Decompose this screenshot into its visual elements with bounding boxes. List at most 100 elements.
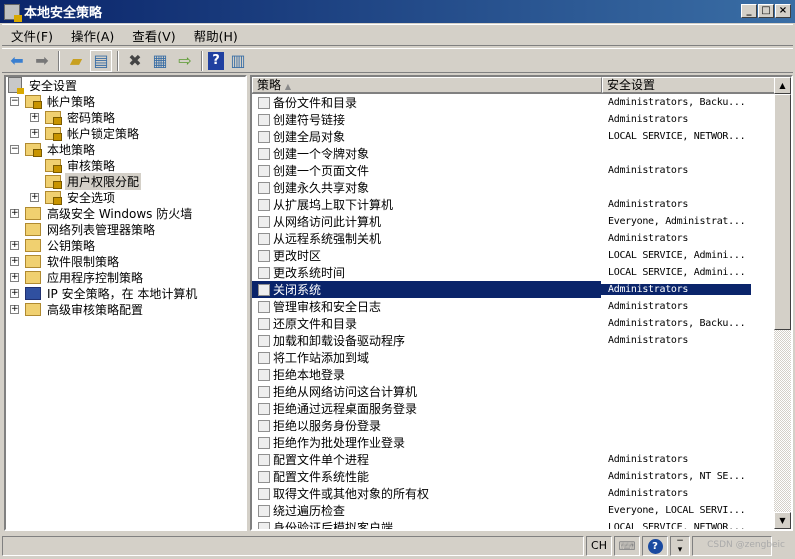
table-row[interactable]: 从网络访问此计算机 Everyone, Administrat... [252, 213, 791, 230]
table-row[interactable]: 取得文件或其他对象的所有权 Administrators [252, 485, 791, 502]
table-row[interactable]: 从扩展坞上取下计算机 Administrators [252, 196, 791, 213]
policy-name: 还原文件和目录 [273, 317, 358, 331]
show-hide-tree-icon[interactable]: ▤ [90, 49, 112, 72]
forward-icon[interactable]: ➡ [31, 50, 53, 72]
menu-bar: 文件(F) 操作(A) 查看(V) 帮助(H) [2, 24, 793, 46]
table-row[interactable]: 关闭系统 Administrators [252, 281, 751, 298]
tree-item[interactable]: − 帐户策略 [6, 93, 245, 109]
table-row[interactable]: 加载和卸载设备驱动程序 Administrators [252, 332, 791, 349]
up-folder-icon[interactable]: ▰ [65, 50, 87, 72]
policy-icon [258, 249, 270, 262]
policy-icon [258, 334, 270, 347]
tree-item[interactable]: + 应用程序控制策略 [6, 269, 245, 285]
expand-icon[interactable]: + [10, 288, 19, 298]
expand-icon[interactable]: + [30, 128, 39, 138]
delete-icon[interactable]: ✖ [124, 50, 146, 72]
table-row[interactable]: 更改系统时间 LOCAL SERVICE, Admini... [252, 264, 791, 281]
policy-name: 创建全局对象 [273, 130, 346, 144]
vertical-scrollbar[interactable]: ▲ ▼ [774, 77, 791, 529]
scroll-up-button[interactable]: ▲ [774, 77, 791, 94]
table-row[interactable]: 拒绝从网络访问这台计算机 [252, 383, 791, 400]
maximize-button[interactable]: □ [758, 4, 774, 18]
security-setting: Administrators, Backu... [608, 97, 746, 108]
show-action-pane-icon[interactable]: ▥ [227, 50, 249, 72]
tree-item[interactable]: 审核策略 [6, 157, 245, 173]
policy-name: 加载和卸载设备驱动程序 [273, 334, 406, 348]
table-row[interactable]: 绕过遍历检查 Everyone, LOCAL SERVI... [252, 502, 791, 519]
tree-item[interactable]: 用户权限分配 [6, 172, 245, 190]
policy-icon [258, 317, 270, 330]
table-row[interactable]: 从远程系统强制关机 Administrators [252, 230, 791, 247]
tree-item[interactable]: 安全设置 [6, 77, 245, 94]
policy-name: 拒绝作为批处理作业登录 [273, 436, 406, 450]
table-row[interactable]: 创建一个页面文件 Administrators [252, 162, 791, 179]
table-row[interactable]: 创建一个令牌对象 [252, 145, 791, 162]
security-setting: Administrators [608, 301, 689, 312]
table-row[interactable]: 拒绝通过远程桌面服务登录 [252, 400, 791, 417]
expand-icon[interactable]: + [10, 272, 19, 282]
minimize-button[interactable]: _ [741, 4, 757, 18]
back-icon[interactable]: ⬅ [6, 50, 28, 72]
table-row[interactable]: 更改时区 LOCAL SERVICE, Admini... [252, 247, 791, 264]
tree-item[interactable]: + 高级安全 Windows 防火墙 [6, 205, 245, 221]
tree-item-label: 帐户策略 [47, 94, 96, 109]
help-icon[interactable]: ? [208, 51, 224, 70]
scroll-down-button[interactable]: ▼ [774, 512, 791, 529]
tree-item-label: 用户权限分配 [65, 172, 142, 190]
table-row[interactable]: 拒绝本地登录 [252, 366, 791, 383]
tree-item-label: IP 安全策略，在 本地计算机 [47, 286, 198, 301]
tree-item[interactable]: + 密码策略 [6, 109, 245, 125]
options-icon[interactable]: − ▾ [670, 536, 690, 556]
table-row[interactable]: 将工作站添加到域 [252, 349, 791, 366]
collapse-icon[interactable]: − [10, 96, 19, 106]
expand-icon[interactable]: + [30, 112, 39, 122]
tree-item[interactable]: − 本地策略 [6, 141, 245, 157]
policy-icon [258, 96, 270, 109]
tree-item[interactable]: + 软件限制策略 [6, 253, 245, 269]
table-row[interactable]: 创建全局对象 LOCAL SERVICE, NETWOR... [252, 128, 791, 145]
menu-view[interactable]: 查看(V) [123, 26, 184, 45]
tree-item-label: 公钥策略 [47, 238, 96, 253]
properties-icon[interactable]: ▦ [149, 50, 171, 72]
watermark: CSDN @zengbeic [707, 540, 785, 550]
menu-file[interactable]: 文件(F) [2, 26, 62, 45]
tree-item[interactable]: + 安全选项 [6, 189, 245, 205]
tree-item[interactable]: + 高级审核策略配置 [6, 301, 245, 317]
keyboard-icon[interactable]: ⌨ [614, 536, 640, 556]
security-setting: LOCAL SERVICE, Admini... [608, 267, 746, 278]
export-list-icon[interactable]: ⇨ [174, 50, 196, 72]
language-indicator[interactable]: CH [586, 536, 612, 556]
menu-action[interactable]: 操作(A) [62, 26, 123, 45]
expand-icon[interactable]: + [10, 240, 19, 250]
table-row[interactable]: 配置文件单个进程 Administrators [252, 451, 791, 468]
table-row[interactable]: 创建永久共享对象 [252, 179, 791, 196]
expand-icon[interactable]: + [30, 192, 39, 202]
tree-item[interactable]: + 公钥策略 [6, 237, 245, 253]
column-header-policy[interactable]: 策略 ▲ [252, 77, 602, 93]
policy-icon [258, 470, 270, 483]
table-row[interactable]: 备份文件和目录 Administrators, Backu... [252, 94, 791, 111]
expand-icon[interactable]: + [10, 256, 19, 266]
expand-icon[interactable]: + [10, 304, 19, 314]
help-icon[interactable]: ? [642, 536, 668, 556]
table-row[interactable]: 管理审核和安全日志 Administrators [252, 298, 791, 315]
table-row[interactable]: 创建符号链接 Administrators [252, 111, 791, 128]
column-header-setting[interactable]: 安全设置 [602, 77, 776, 93]
policy-icon [258, 521, 270, 529]
tree-item[interactable]: + IP 安全策略，在 本地计算机 [6, 285, 245, 301]
table-row[interactable]: 身份验证后模拟客户端 LOCAL SERVICE, NETWOR... [252, 519, 791, 529]
collapse-icon[interactable]: − [10, 144, 19, 154]
policy-icon [258, 368, 270, 381]
tree-item-label: 网络列表管理器策略 [47, 222, 156, 237]
table-row[interactable]: 拒绝作为批处理作业登录 [252, 434, 791, 451]
tree-item[interactable]: + 帐户锁定策略 [6, 125, 245, 141]
table-row[interactable]: 拒绝以服务身份登录 [252, 417, 791, 434]
tree-item[interactable]: 网络列表管理器策略 [6, 221, 245, 237]
scroll-thumb[interactable] [774, 94, 791, 330]
menu-help[interactable]: 帮助(H) [185, 26, 247, 45]
table-row[interactable]: 还原文件和目录 Administrators, Backu... [252, 315, 791, 332]
close-button[interactable]: × [775, 4, 791, 18]
table-row[interactable]: 配置文件系统性能 Administrators, NT SE... [252, 468, 791, 485]
expand-icon[interactable]: + [10, 208, 19, 218]
security-setting: Administrators, Backu... [608, 318, 746, 329]
